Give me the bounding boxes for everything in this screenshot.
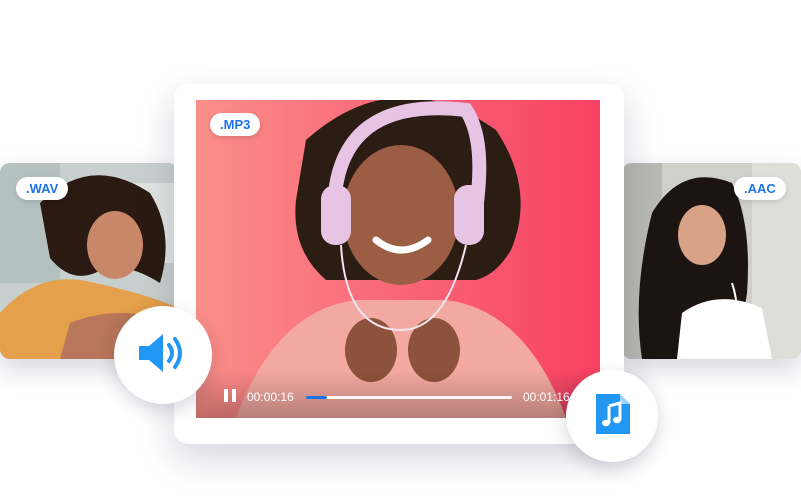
video-player: .MP3 00:00:16 00:01:16 [174, 84, 624, 444]
progress-track[interactable] [306, 396, 512, 399]
music-file-button[interactable] [566, 370, 658, 462]
current-time: 00:00:16 [247, 390, 294, 404]
total-time: 00:01:16 [523, 390, 570, 404]
volume-icon [137, 331, 189, 380]
playback-controls: 00:00:16 00:01:16 [196, 370, 600, 418]
format-badge-aac: .AAC [734, 177, 786, 200]
video-display[interactable]: .MP3 00:00:16 00:01:16 [196, 100, 600, 418]
music-file-icon [592, 392, 632, 441]
progress-fill [306, 396, 327, 399]
format-badge-mp3: .MP3 [210, 113, 261, 136]
volume-button[interactable] [114, 306, 212, 404]
aac-card: .AAC [622, 163, 801, 359]
pause-icon[interactable] [224, 389, 236, 402]
format-badge-wav: .WAV [16, 177, 69, 200]
